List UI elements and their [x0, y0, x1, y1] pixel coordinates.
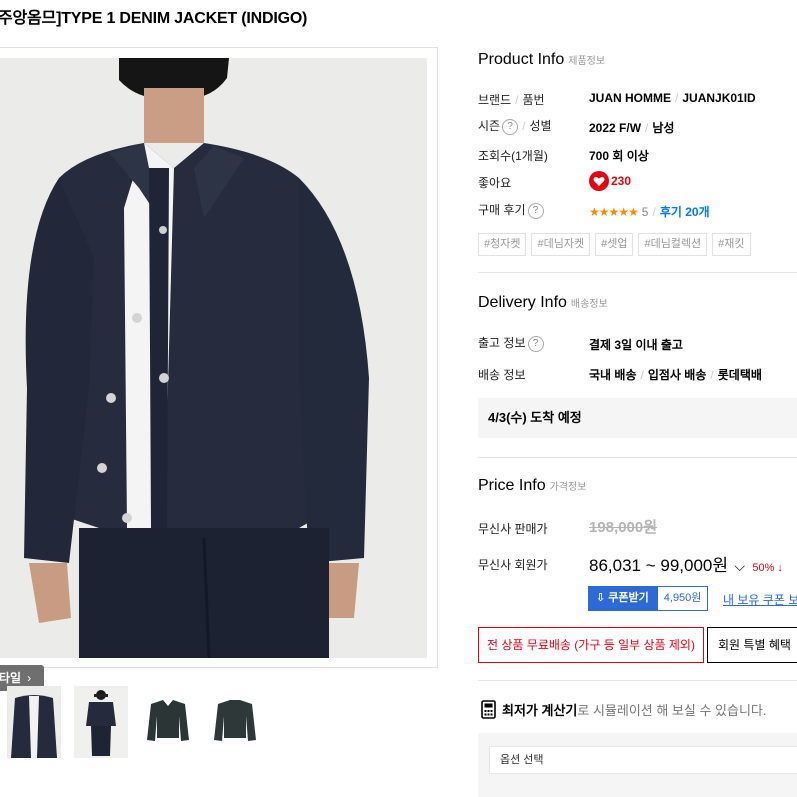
style-view-label: 타일: [0, 671, 22, 685]
sale-price-label: 무신사 판매가: [478, 522, 548, 536]
my-coupon-link[interactable]: 내 보유 쿠폰 보: [723, 591, 797, 608]
brand-code-label: 브랜드 / 품번: [478, 93, 545, 107]
product-info-subtitle: 제품정보: [568, 56, 606, 67]
ship-info-value: 결제 3일 이내 출고: [589, 338, 683, 352]
ship-label-text: 출고 정보: [478, 336, 526, 350]
delivery-method-label: 배송 정보: [478, 368, 526, 382]
gender-label: 성별: [529, 119, 552, 133]
delivery-method-value: 국내 배송 / 입점사 배송 / 롯데택배: [589, 368, 762, 382]
tag-item[interactable]: #데님컬렉션: [638, 233, 708, 256]
brand-code-value: JUAN HOMME / JUANJK01ID: [589, 91, 756, 105]
product-info-heading: Product Info 제품정보: [478, 51, 605, 69]
delivery-method-2: 입점사 배송: [647, 368, 707, 382]
coupon-button-label: 쿠폰받기: [608, 592, 649, 604]
member-price-label: 무신사 회원가: [478, 558, 548, 572]
delivery-info-subtitle: 배송정보: [570, 299, 608, 310]
product-title: 주앙옴므]TYPE 1 DENIM JACKET (INDIGO): [0, 10, 308, 27]
likes-count: 230: [611, 174, 632, 188]
price-info-subtitle: 가격정보: [549, 482, 587, 493]
calculator-desc: 로 시뮬레이션 해 보실 수 있습니다.: [577, 703, 767, 718]
brand-label: 브랜드: [478, 93, 512, 107]
divider: [478, 680, 797, 681]
likes-label: 좋아요: [478, 176, 512, 190]
price-info-heading: Price Info 가격정보: [478, 477, 586, 495]
product-photo[interactable]: [0, 58, 427, 658]
views-value: 700 회 이상: [589, 149, 649, 163]
calculator-title: 최저가 계산기: [502, 703, 578, 718]
member-price-value[interactable]: 86,031 ~ 99,000원 ⌵ 50% ↓: [589, 551, 783, 576]
calculator-icon: [481, 700, 496, 719]
delivery-info-title: Delivery Info: [478, 294, 567, 311]
price-calculator[interactable]: 최저가 계산기로 시뮬레이션 해 보실 수 있습니다.: [481, 700, 767, 719]
gender-value: 남성: [652, 121, 675, 135]
thumbnail-jacket-front[interactable]: [141, 686, 195, 758]
tag-item[interactable]: #재킷: [712, 233, 751, 256]
tag-item[interactable]: #청자켓: [478, 233, 527, 256]
product-info-title: Product Info: [478, 51, 565, 68]
member-price: 86,031 ~ 99,000원: [589, 556, 729, 575]
views-label: 조회수(1개월): [478, 149, 548, 163]
thumbnail-model-full[interactable]: [74, 686, 128, 758]
original-price: 198,000원: [589, 519, 658, 536]
thumbnail-strip: [7, 686, 262, 758]
sale-price-value: 198,000원: [589, 516, 657, 537]
help-icon[interactable]: ?: [527, 335, 544, 352]
divider: [478, 457, 797, 458]
main-image-frame: 타일 ›: [0, 47, 438, 691]
chevron-down-icon[interactable]: ⌵: [734, 558, 745, 574]
code-label: 품번: [522, 93, 545, 107]
option-select[interactable]: 옵션 선택: [489, 746, 797, 774]
ship-info-label: 출고 정보?: [478, 334, 544, 352]
review-score: 5: [641, 205, 649, 219]
review-count-link[interactable]: 후기 20개: [660, 205, 710, 219]
season-value: 2022 F/W: [589, 121, 642, 135]
download-icon: ⇩: [596, 592, 609, 604]
delivery-method-1: 국내 배송: [589, 368, 637, 382]
season-gender-label: 시즌? / 성별: [478, 118, 552, 135]
star-rating-icon: ★★★★★: [589, 205, 639, 219]
like-button[interactable]: 230: [589, 171, 631, 191]
delivery-info-heading: Delivery Info 배송정보: [478, 294, 608, 312]
coupon-amount: 4,950원: [656, 586, 709, 611]
coupon-button[interactable]: ⇩ 쿠폰받기: [588, 586, 657, 611]
season-label: 시즌: [478, 119, 501, 133]
help-icon[interactable]: ?: [527, 202, 544, 219]
thumbnail-model-front[interactable]: [7, 686, 61, 758]
season-gender-value: 2022 F/W / 남성: [589, 121, 675, 135]
review-summary: ★★★★★ 5/후기 20개: [589, 205, 710, 219]
review-label: 구매 후기?: [478, 201, 544, 219]
heart-icon: [589, 171, 609, 191]
help-icon[interactable]: ?: [502, 118, 519, 135]
thumbnail-jacket-back[interactable]: [208, 686, 262, 758]
coupon-download[interactable]: ⇩ 쿠폰받기 4,950원: [588, 586, 709, 611]
code-value: JUANJK01ID: [682, 91, 756, 105]
divider: [478, 272, 797, 273]
tag-item[interactable]: #데님자켓: [531, 233, 591, 256]
review-label-text: 구매 후기: [478, 203, 526, 217]
free-shipping-button[interactable]: 전 상품 무료배송 (가구 등 일부 상품 제외): [478, 627, 704, 663]
arrival-estimate: 4/3(수) 도착 예정: [478, 398, 797, 438]
tag-item[interactable]: #셋업: [595, 233, 634, 256]
chevron-right-icon: ›: [27, 671, 32, 685]
price-info-title: Price Info: [478, 477, 546, 494]
tag-list: #청자켓 #데님자켓 #셋업 #데님컬렉션 #재킷: [478, 233, 751, 256]
member-benefit-button[interactable]: 회원 특별 혜택: [707, 627, 797, 663]
delivery-method-3: 롯데택배: [717, 368, 762, 382]
discount-rate: 50% ↓: [752, 562, 783, 574]
brand-link[interactable]: JUAN HOMME: [589, 91, 671, 105]
